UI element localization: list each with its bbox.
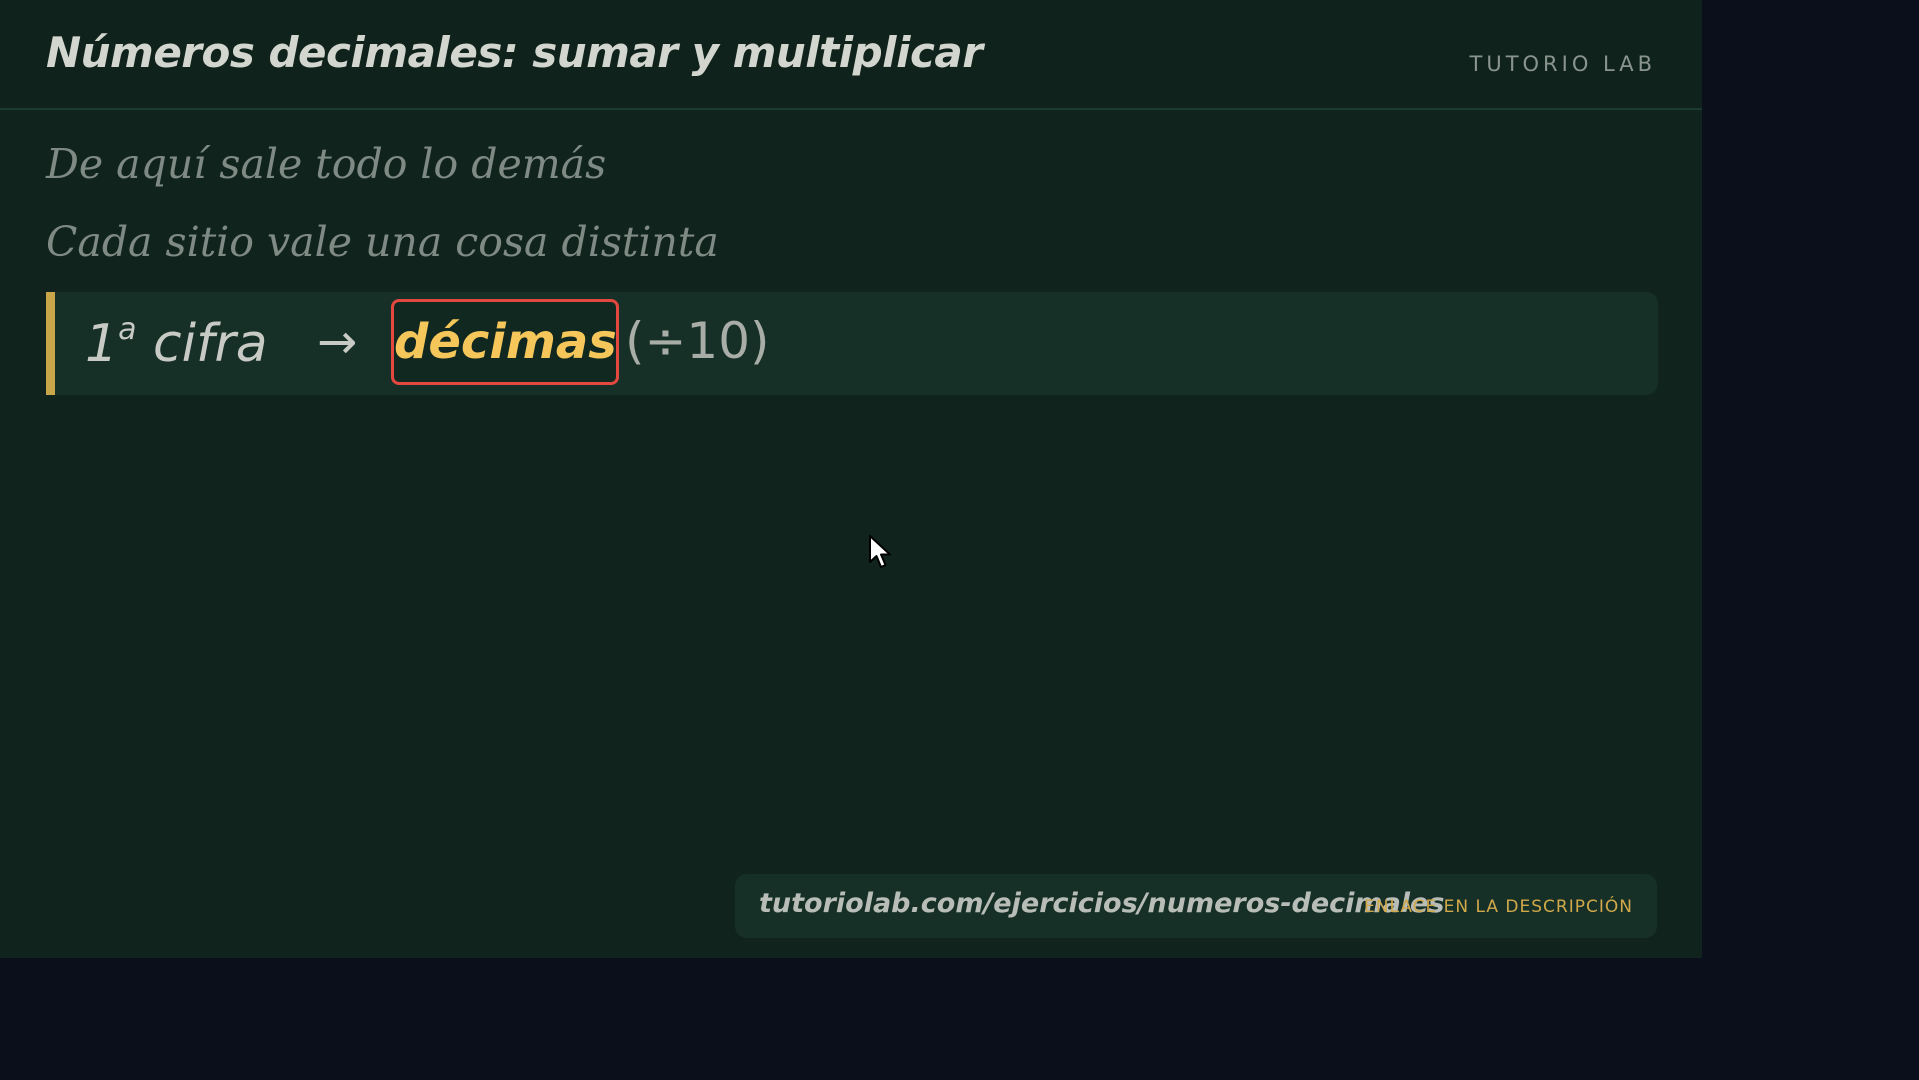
mouse-pointer-icon (869, 535, 891, 568)
intro-line: De aquí sale todo lo demás (46, 140, 607, 188)
brand-logo-text: TUTORIO LAB (1469, 52, 1656, 76)
link-note: ENLACE EN LA DESCRIPCIÓN (1364, 897, 1633, 917)
arrow-icon: → (317, 314, 358, 370)
highlighted-term: décimas (391, 299, 619, 385)
formula-position: 1a cifra (85, 312, 268, 374)
divisor-label: (÷10) (625, 312, 770, 370)
position-suffix: a (118, 312, 137, 347)
slide-header: Números decimales: sumar y multiplicar T… (0, 0, 1702, 110)
chalkboard-slide: Números decimales: sumar y multiplicar T… (0, 0, 1702, 958)
formula-card: 1a cifra → décimas (÷10) (46, 292, 1658, 395)
position-word: cifra (153, 314, 268, 374)
link-url[interactable]: tutoriolab.com/ejercicios/numeros-decima… (759, 888, 1444, 919)
link-banner[interactable]: tutoriolab.com/ejercicios/numeros-decima… (735, 874, 1657, 938)
subtitle-line: Cada sitio vale una cosa distinta (46, 218, 719, 266)
position-number: 1 (85, 314, 119, 374)
page-title: Números decimales: sumar y multiplicar (46, 28, 983, 77)
